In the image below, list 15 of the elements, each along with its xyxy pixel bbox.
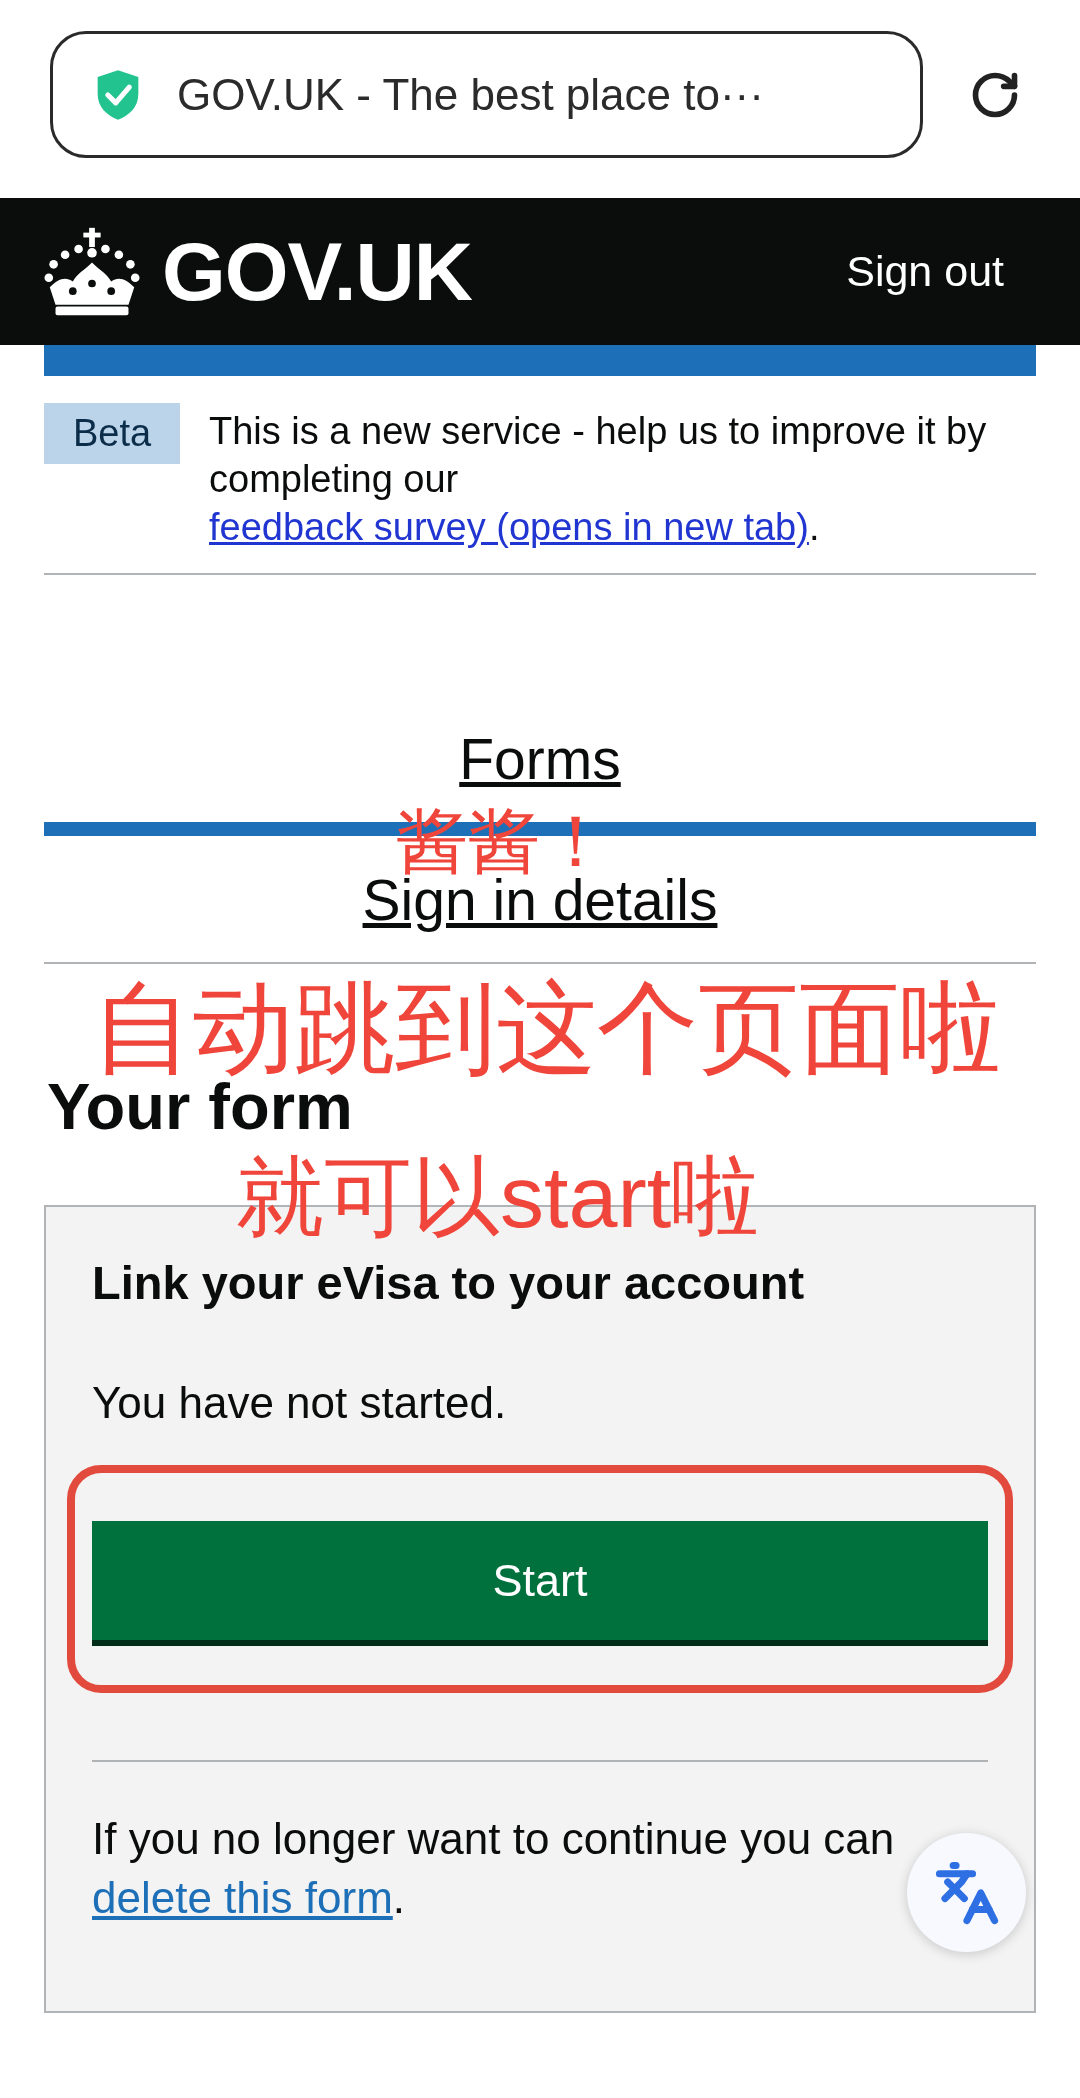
delete-form-link[interactable]: delete this form (92, 1873, 393, 1922)
beta-banner-text: This is a new service - help us to improve it by completing our feedback survey (opens in new tab). (209, 409, 988, 550)
annotation-text: 自动跳到这个页面啦 (92, 978, 1001, 1079)
site-logo[interactable]: GOV.UK (162, 230, 472, 313)
form-status: You have not started. (92, 1377, 508, 1429)
delete-form-text: If you no longer want to continue you can delete this form. (92, 1813, 896, 1924)
annotation-text: 就可以start啦 (236, 1153, 760, 1241)
crown-icon (44, 226, 140, 317)
sign-out-link[interactable]: Sign out (846, 250, 1004, 293)
phase-tag: Beta (44, 403, 180, 464)
address-bar[interactable]: GOV.UK - The best place to··· (50, 31, 923, 158)
translate-icon (933, 1859, 1000, 1926)
form-title: Link your eVisa to your account (92, 1255, 806, 1311)
page-title: GOV.UK - The best place to··· (177, 72, 764, 117)
feedback-survey-link[interactable]: feedback survey (opens in new tab) (209, 506, 809, 548)
